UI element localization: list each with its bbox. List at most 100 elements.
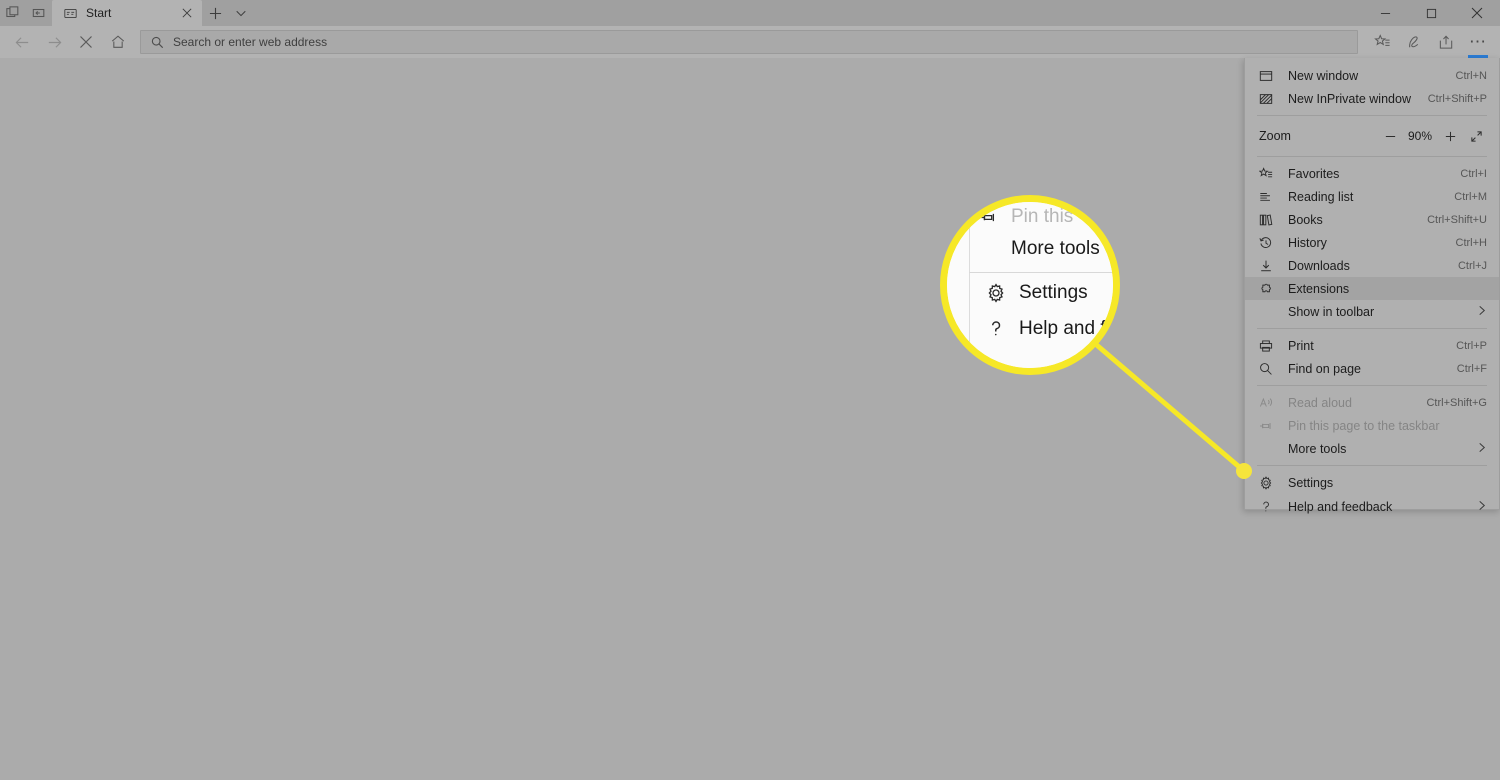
magnified-item-label: Pin this <box>1011 206 1074 227</box>
tab-preview-icon[interactable] <box>0 0 26 26</box>
favorites-star-icon <box>1259 166 1278 182</box>
menu-item-shortcut: Ctrl+Shift+U <box>1427 213 1487 226</box>
settings-and-more-menu: New window Ctrl+N New InPrivate window C… <box>1244 58 1500 514</box>
menu-item-label: Downloads <box>1288 258 1350 273</box>
history-clock-icon <box>1259 235 1278 251</box>
new-window-icon <box>1259 68 1278 84</box>
zoom-level-value: 90% <box>1407 129 1433 143</box>
magnified-item-label: More tools <box>1011 238 1100 259</box>
magnified-item-label: Settings <box>1019 282 1088 303</box>
fullscreen-expand-icon[interactable] <box>1463 124 1489 148</box>
reading-list-icon <box>1259 189 1278 205</box>
maximize-icon[interactable] <box>1408 0 1454 26</box>
menu-item-show-in-toolbar[interactable]: Show in toolbar <box>1245 300 1499 323</box>
menu-item-settings[interactable]: Settings <box>1245 471 1499 495</box>
menu-item-books[interactable]: Books Ctrl+Shift+U <box>1245 208 1499 231</box>
menu-item-label: New InPrivate window <box>1288 91 1411 106</box>
menu-item-label: Extensions <box>1288 281 1350 296</box>
menu-separator <box>1257 385 1487 386</box>
menu-item-downloads[interactable]: Downloads Ctrl+J <box>1245 254 1499 277</box>
title-bar: Start <box>0 0 1500 26</box>
menu-item-history[interactable]: History Ctrl+H <box>1245 231 1499 254</box>
menu-item-label: Books <box>1288 212 1323 227</box>
menu-item-shortcut: Ctrl+P <box>1456 339 1487 352</box>
pin-icon <box>1259 418 1278 434</box>
menu-item-read-aloud: Read aloud Ctrl+Shift+G <box>1245 391 1499 414</box>
menu-item-favorites[interactable]: Favorites Ctrl+I <box>1245 162 1499 185</box>
extensions-puzzle-icon <box>1259 281 1278 297</box>
address-bar[interactable]: Search or enter web address <box>140 30 1358 54</box>
magnified-item-help: Help and fe <box>983 318 1117 340</box>
address-input[interactable]: Search or enter web address <box>173 35 327 49</box>
set-tabs-aside-icon[interactable] <box>26 0 52 26</box>
printer-icon <box>1259 338 1278 354</box>
menu-item-label: Print <box>1288 338 1314 353</box>
question-mark-icon <box>1259 499 1278 515</box>
inprivate-window-icon <box>1259 91 1278 107</box>
back-arrow-icon[interactable] <box>6 27 38 57</box>
menu-item-label: Favorites <box>1288 166 1340 181</box>
menu-item-label: Help and feedback <box>1288 500 1393 514</box>
magnifier-menu-edge <box>969 202 970 368</box>
new-tab-plus-icon[interactable] <box>202 0 228 26</box>
menu-item-label: History <box>1288 235 1327 250</box>
read-aloud-icon <box>1259 395 1278 411</box>
add-to-favorites-icon[interactable] <box>1366 27 1398 57</box>
menu-zoom-row: Zoom 90% <box>1245 121 1499 151</box>
menu-item-new-window[interactable]: New window Ctrl+N <box>1245 64 1499 87</box>
menu-item-reading-list[interactable]: Reading list Ctrl+M <box>1245 185 1499 208</box>
magnified-item-label: Help and fe <box>1019 318 1117 339</box>
menu-separator <box>1257 328 1487 329</box>
magnified-item-settings: Settings <box>983 282 1088 304</box>
question-mark-icon <box>983 319 1009 339</box>
gear-icon <box>983 283 1009 303</box>
chevron-right-icon <box>1477 500 1487 514</box>
home-icon[interactable] <box>102 27 134 57</box>
window-controls <box>1362 0 1500 26</box>
menu-item-more-tools[interactable]: More tools <box>1245 437 1499 460</box>
menu-item-shortcut: Ctrl+J <box>1457 259 1487 272</box>
magnifier-separator <box>969 272 1113 273</box>
more-settings-ellipsis-icon[interactable]: ⋯ <box>1462 27 1494 58</box>
chevron-right-icon <box>1477 442 1487 456</box>
magnified-item-pin: Pin this <box>975 206 1073 228</box>
tab-title: Start <box>86 6 112 20</box>
chevron-right-icon <box>1477 305 1487 319</box>
menu-item-label: New window <box>1288 68 1359 83</box>
navigation-bar: Search or enter web address ⋯ <box>0 26 1500 58</box>
menu-item-label: Settings <box>1288 476 1334 490</box>
start-page-icon <box>62 5 78 21</box>
menu-item-label: Pin this page to the taskbar <box>1288 418 1440 433</box>
share-icon[interactable] <box>1430 27 1462 57</box>
browser-tab[interactable]: Start <box>52 0 202 26</box>
forward-arrow-icon[interactable] <box>38 27 70 57</box>
minimize-icon[interactable] <box>1362 0 1408 26</box>
menu-item-label: More tools <box>1288 441 1347 456</box>
close-tab-icon[interactable] <box>178 4 196 22</box>
zoom-in-plus-icon[interactable] <box>1437 124 1463 148</box>
menu-item-help-and-feedback[interactable]: Help and feedback <box>1245 495 1499 519</box>
menu-item-shortcut: Ctrl+F <box>1456 362 1487 375</box>
zoom-out-minus-icon[interactable] <box>1377 124 1403 148</box>
menu-item-shortcut: Ctrl+N <box>1455 69 1487 82</box>
menu-item-new-inprivate-window[interactable]: New InPrivate window Ctrl+Shift+P <box>1245 87 1499 110</box>
menu-item-pin-to-taskbar: Pin this page to the taskbar <box>1245 414 1499 437</box>
menu-separator <box>1257 115 1487 116</box>
menu-separator <box>1257 156 1487 157</box>
magnified-item-more-tools: More tools <box>1011 238 1100 260</box>
menu-separator <box>1257 465 1487 466</box>
gear-icon <box>1259 475 1278 491</box>
tab-dropdown-chevron-icon[interactable] <box>228 0 254 26</box>
menu-item-print[interactable]: Print Ctrl+P <box>1245 334 1499 357</box>
browser-window: Start Search or enter web address ⋯ New … <box>0 0 1500 780</box>
make-a-web-note-icon[interactable] <box>1398 27 1430 57</box>
stop-loading-x-icon[interactable] <box>70 27 102 57</box>
menu-item-shortcut: Ctrl+I <box>1460 167 1487 180</box>
menu-item-shortcut: Ctrl+Shift+P <box>1427 92 1487 105</box>
menu-item-extensions[interactable]: Extensions <box>1245 277 1499 300</box>
menu-item-find-on-page[interactable]: Find on page Ctrl+F <box>1245 357 1499 380</box>
close-window-icon[interactable] <box>1454 0 1500 26</box>
search-icon <box>149 34 165 50</box>
menu-item-label: Read aloud <box>1288 395 1352 410</box>
menu-item-shortcut: Ctrl+Shift+G <box>1426 396 1487 409</box>
